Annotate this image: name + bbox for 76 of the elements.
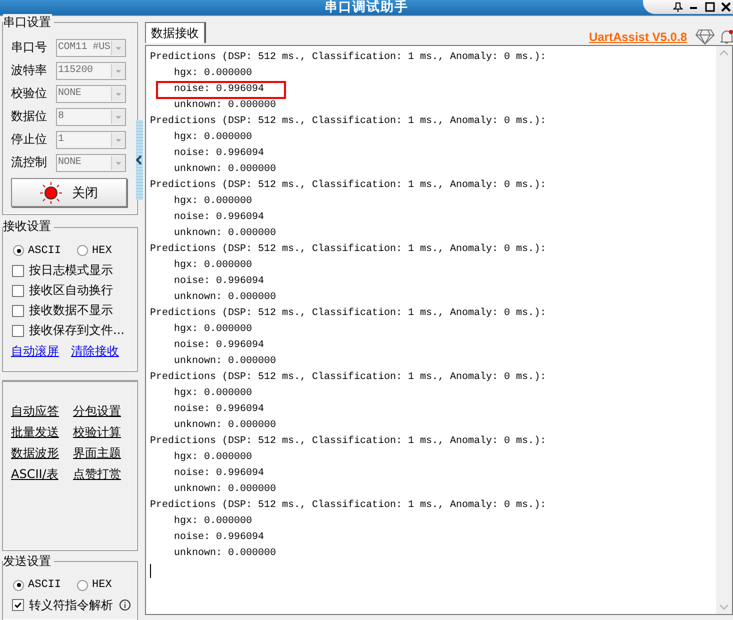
log-line: noise: 0.996094 (174, 402, 264, 417)
tool-link[interactable]: 批量发送 (11, 424, 73, 441)
tool-link[interactable]: 界面主题 (73, 445, 135, 462)
bell-icon[interactable] (719, 29, 733, 45)
status-light-icon (40, 182, 62, 204)
log-line: hgx: 0.000000 (174, 130, 252, 145)
link[interactable]: 自动滚屏 (11, 342, 59, 360)
log-line: hgx: 0.000000 (174, 514, 252, 529)
log-line: unknown: 0.000000 (174, 226, 276, 241)
link[interactable]: 清除接收 (71, 342, 119, 360)
log-line: hgx: 0.000000 (174, 450, 252, 465)
checkbox-label: 转义符指令解析 (29, 596, 113, 614)
tool-link[interactable]: 校验计算 (73, 424, 135, 441)
log-line: noise: 0.996094 (174, 530, 264, 545)
log-line: noise: 0.996094 (174, 274, 264, 289)
log-line: unknown: 0.000000 (174, 162, 276, 177)
log-line: Predictions (DSP: 512 ms., Classification: 1 ms., Anomaly: 0 ms.): (150, 178, 546, 193)
log-line: Predictions (DSP: 512 ms., Classification: 1 ms., Anomaly: 0 ms.): (150, 434, 546, 449)
log-line: Predictions (DSP: 512 ms., Classification: 1 ms., Anomaly: 0 ms.): (150, 370, 546, 385)
radio-option[interactable]: HEX (77, 579, 112, 591)
tool-link[interactable]: 分包设置 (73, 403, 135, 420)
log-line: noise: 0.996094 (174, 338, 264, 353)
field-label: 流控制 (11, 154, 48, 171)
log-line: noise: 0.996094 (174, 466, 264, 481)
close-icon[interactable] (721, 2, 731, 12)
field-label: 波特率 (11, 62, 48, 79)
log-line: hgx: 0.000000 (174, 386, 252, 401)
log-line: hgx: 0.000000 (174, 258, 252, 273)
group-title: 发送设置 (3, 552, 52, 570)
collapse-handle[interactable] (136, 120, 143, 200)
log-line: Predictions (DSP: 512 ms., Classification: 1 ms., Anomaly: 0 ms.): (150, 50, 546, 65)
diamond-icon[interactable] (695, 29, 715, 45)
log-line: unknown: 0.000000 (174, 546, 276, 561)
tool-link[interactable]: ASCII/表 (11, 466, 73, 483)
log-line: unknown: 0.000000 (174, 354, 276, 369)
log-line: hgx: 0.000000 (174, 66, 252, 81)
tab[interactable]: 数据接收 (145, 22, 205, 43)
checkbox-label: 接收数据不显示 (29, 302, 113, 320)
log-line: noise: 0.996094 (174, 146, 264, 161)
tool-link[interactable]: 数据波形 (11, 445, 73, 462)
radio-option[interactable]: HEX (77, 244, 112, 257)
log-line: unknown: 0.000000 (174, 98, 276, 113)
checkbox[interactable] (12, 304, 24, 317)
window-title: 串口调试助手 (324, 1, 408, 15)
checkbox[interactable] (12, 599, 24, 611)
log-line: Predictions (DSP: 512 ms., Classification: 1 ms., Anomaly: 0 ms.): (150, 306, 546, 321)
log-line: hgx: 0.000000 (174, 194, 252, 209)
field-label: 数据位 (11, 108, 48, 125)
pin-icon[interactable] (673, 2, 683, 12)
maximize-icon[interactable] (705, 2, 715, 12)
checkbox[interactable] (12, 324, 24, 337)
checkbox[interactable] (12, 264, 24, 277)
tool-link[interactable]: 点赞打赏 (73, 466, 135, 483)
tool-link[interactable]: 自动应答 (11, 403, 73, 420)
checkbox-label: 接收区自动换行 (29, 282, 113, 300)
checkbox[interactable] (12, 284, 24, 297)
radio-option[interactable]: ASCII (13, 244, 62, 257)
log-line: Predictions (DSP: 512 ms., Classification: 1 ms., Anomaly: 0 ms.): (150, 498, 546, 513)
field-label: 校验位 (11, 85, 48, 102)
field-label: 串口号 (11, 39, 48, 56)
log-line: Predictions (DSP: 512 ms., Classification: 1 ms., Anomaly: 0 ms.): (150, 114, 546, 129)
field-label: 停止位 (11, 131, 48, 148)
close-port-button[interactable]: 关闭 (11, 178, 127, 207)
log-line: hgx: 0.000000 (174, 322, 252, 337)
checkbox-label: 接收保存到文件... (29, 322, 124, 340)
radio-option[interactable]: ASCII (13, 579, 62, 591)
text-cursor (150, 564, 151, 578)
log-line: Predictions (DSP: 512 ms., Classification: 1 ms., Anomaly: 0 ms.): (150, 242, 546, 257)
log-line: unknown: 0.000000 (174, 290, 276, 305)
info-icon[interactable] (119, 599, 131, 611)
log-line: unknown: 0.000000 (174, 482, 276, 497)
log-line: unknown: 0.000000 (174, 418, 276, 433)
log-line: noise: 0.996094 (157, 82, 286, 98)
group-title: 串口设置 (3, 14, 52, 30)
log-line: noise: 0.996094 (174, 210, 264, 225)
checkbox-label: 按日志模式显示 (29, 262, 113, 280)
